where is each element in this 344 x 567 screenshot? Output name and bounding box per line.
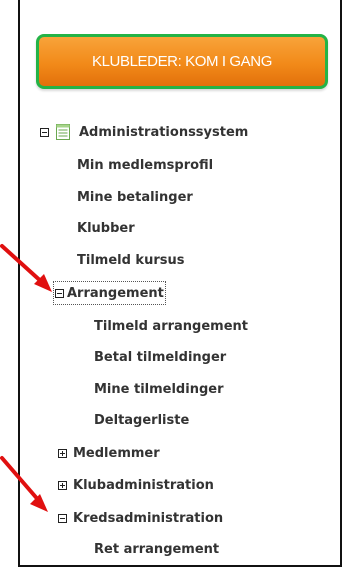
tree-link-mine-tilmeldinger[interactable]: Mine tilmeldinger	[94, 379, 224, 399]
tree-link-mine-betalinger[interactable]: Mine betalinger	[77, 187, 193, 207]
tree-link-betal-tilmeldinger[interactable]: Betal tilmeldinger	[94, 347, 226, 367]
tree-link-ret-arrangement[interactable]: Ret arrangement	[94, 539, 219, 559]
red-arrow-icon	[0, 456, 48, 512]
document-list-icon	[56, 124, 70, 140]
tree-node-medlemmer[interactable]: Medlemmer	[58, 443, 160, 463]
tree-node-label: Medlemmer	[73, 445, 160, 461]
red-arrow-icon	[0, 244, 52, 292]
tree-link-min-medlemsprofil[interactable]: Min medlemsprofil	[77, 155, 213, 175]
tree-node-kredsadministration[interactable]: Kredsadministration	[58, 508, 223, 528]
tree-link-tilmeld-arrangement[interactable]: Tilmeld arrangement	[94, 316, 248, 336]
tree-node-administrationssystem[interactable]: Administrationssystem	[40, 122, 248, 142]
tree-link-deltagerliste[interactable]: Deltagerliste	[94, 410, 189, 430]
tree-node-arrangement[interactable]: Arrangement	[53, 281, 166, 305]
tree-node-label: Arrangement	[67, 285, 164, 301]
tree-node-label: Kredsadministration	[73, 510, 224, 526]
tree-link-klubber[interactable]: Klubber	[77, 218, 135, 238]
tree-node-label: Administrationssystem	[79, 124, 249, 140]
collapse-icon[interactable]	[40, 127, 49, 137]
tree-node-klubadministration[interactable]: Klubadministration	[58, 475, 214, 495]
tree-link-tilmeld-kursus[interactable]: Tilmeld kursus	[77, 250, 184, 270]
tree-node-label: Klubadministration	[73, 477, 214, 493]
